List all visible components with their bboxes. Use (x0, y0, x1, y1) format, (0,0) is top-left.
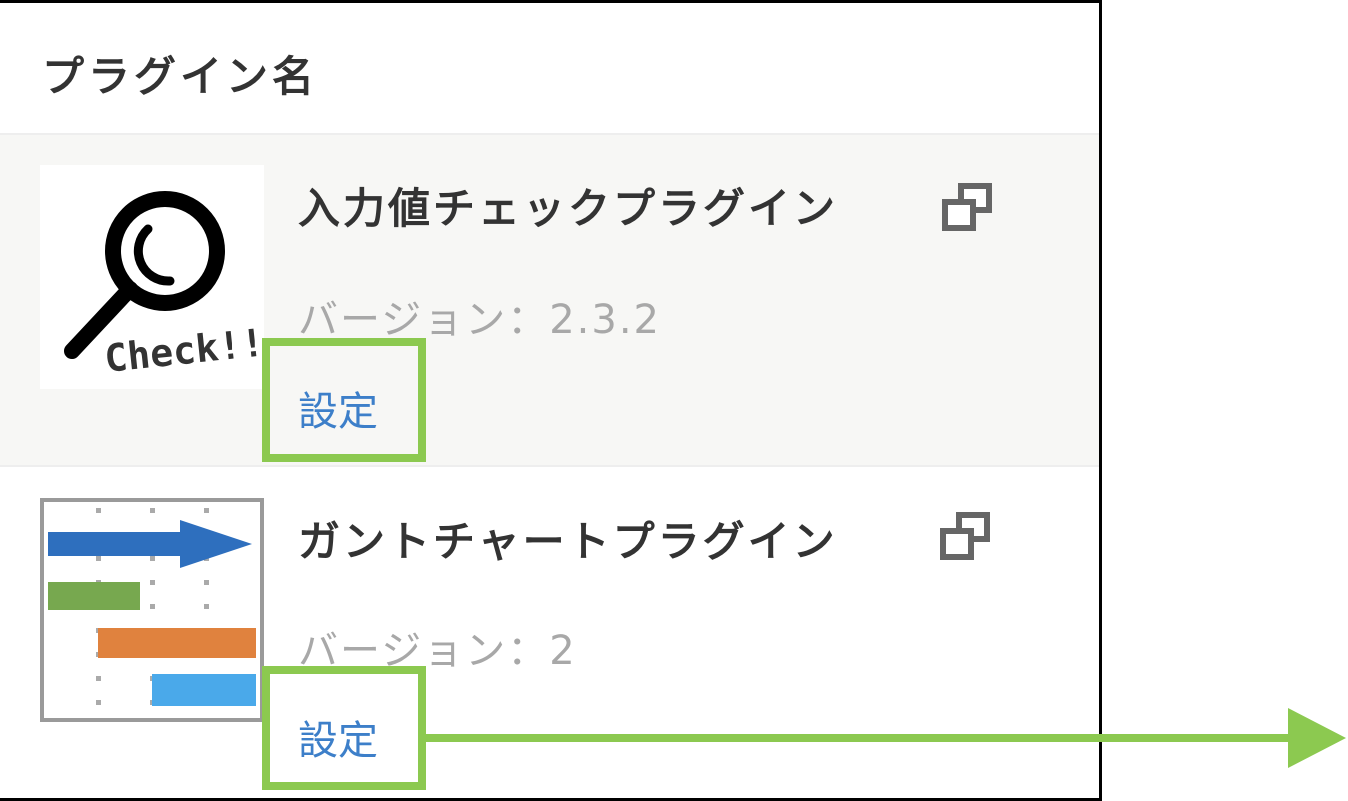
gantt-chart-icon (40, 498, 264, 722)
plugin-list-panel: プラグイン名 Check!! 入力値チェックプラグイン バージョン：2.3.2 (0, 0, 1102, 801)
check-text: Check!! (102, 320, 264, 380)
settings-link[interactable]: 設定 (298, 708, 378, 766)
magnifier-icon: Check!! (40, 165, 266, 389)
open-external-icon[interactable] (938, 181, 996, 235)
plugin-version: バージョン：2 (298, 628, 577, 674)
plugin-name: 入力値チェックプラグイン (298, 184, 839, 233)
plugin-list-header: プラグイン名 (0, 3, 1099, 135)
settings-link[interactable]: 設定 (298, 379, 378, 437)
open-external-icon[interactable] (936, 510, 994, 564)
plugin-version: バージョン：2.3.2 (298, 297, 661, 343)
plugin-name: ガントチャートプラグイン (298, 517, 838, 566)
column-header-plugin-name: プラグイン名 (42, 52, 319, 101)
plugin-row: ガントチャートプラグイン バージョン：2 設定 (0, 468, 1099, 798)
plugin-row: Check!! 入力値チェックプラグイン バージョン：2.3.2 設定 (0, 135, 1099, 467)
